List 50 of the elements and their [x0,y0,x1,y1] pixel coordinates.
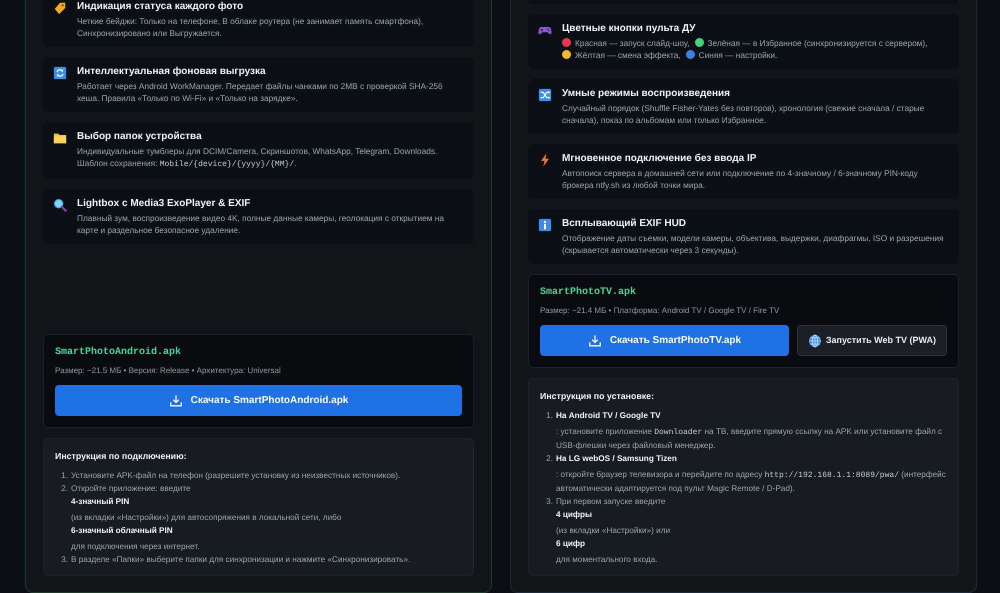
instructions-title: Инструкция по установке: [540,390,655,403]
file-name: SmartPhotoTV.apk [540,286,638,300]
instruction-step: Откройте приложение: введите 4-значный PIN (из вкладки «Настройки») для автосопряжения в локальной сети, либо 6-значный облачный PIN для подключения через интернет. [71,482,462,554]
step-number: 3. [60,554,68,566]
feature-description: Случайный порядок (Shuffle Fisher-Yates без повторов), хронология (свежие сначала / старые сначала), показ по альбомам или только Избранное. [562,102,926,126]
file-meta: Размер: ~21.5 МБ • Версия: Release • Архитектура: Universal [55,365,282,377]
feature-description: Индивидуальные тумблеры для DCIM/Camera, Скриншотов, WhatsApp, Telegram, Downloads. Шаблон сохранения: Mobile/{device}/{yyyy}/{MM}/. [77,145,438,171]
shuffle-icon [538,88,552,102]
feature-title: Индикация статуса каждого фото [77,0,244,13]
legend-text: Жёлтая — смена эффекта, [575,50,681,60]
step-number: 3. [545,496,553,508]
feature-description: Работает через Android WorkManager. Передает файлы чанками по 2MB с проверкой SHA-256 хеша. Правила «Только по Wi-Fi» и «Только на зарядке». [77,80,444,104]
instruction-step: На Android TV / Google TV : установите приложение Downloader на ТВ, введите прямую ссылку на APK или установите файл с USB-флешки через файловый менеджер. [556,409,947,452]
feature-description: Автопоиск сервера в домашней сети или подключение по 4-значному / 6-значному PIN-коду брокера ntfy.sh из любой точки мира. [562,167,919,191]
step-number: 2. [545,453,553,466]
legend-text: Красная — запуск слайд-шоу, [575,38,690,48]
feature-title: Интеллектуальная фоновая выгрузка [77,65,267,78]
launch-button[interactable]: Запустить Web TV (PWA) [796,325,947,356]
file-meta: Размер: ~21.4 МБ • Платформа: Android TV / Google TV / Fire TV [540,305,780,317]
instruction-step: На LG webOS / Samsung Tizen : откройте браузер телевизора и перейдите по адресу http://192.168.1.1:8089/pwa/ (интерфейс автоматически адаптируется под пульт Magic Remote / D-Pad). [556,452,947,496]
refresh-icon [53,66,67,80]
feature-title: Всплывающий EXIF HUD [562,217,688,230]
file-name: SmartPhotoAndroid.apk [55,346,182,360]
download-button[interactable]: Скачать SmartPhotoAndroid.apk [55,385,462,416]
feature-title: Мгновенное подключение без ввода IP [562,152,758,165]
feature-description: Четкие бейджи: Только на телефоне, В облаке роутера (не занимает память смартфона), Синхронизировано или Выгружается. [77,15,424,39]
magnifier-icon [53,198,67,212]
feature-title: Выбор папок устройства [77,130,203,143]
download-icon [168,394,183,408]
instruction-step: При первом запуске введите 4 цифры (из вкладки «Настройки») или 6 цифр для моментального входа. [556,495,947,566]
legend-text: Зелёная — в Избранное (синхронизируется с сервером), [708,38,928,48]
feature-title: Цветные кнопки пульта ДУ [562,22,696,35]
feature-title: Умные режимы воспроизведения [562,87,731,100]
step-number: 1. [60,470,68,482]
folder-icon [53,131,67,145]
instruction-step: Установите APK-файл на телефон (разрешите установку из неизвестных источников). [71,469,462,482]
legend-text: Синяя — настройки. [698,50,778,60]
instructions-title: Инструкция по подключению: [55,450,188,463]
tag-icon [53,1,67,15]
globe-icon [808,334,822,348]
info-icon [538,218,552,232]
step-number: 1. [545,410,553,422]
instruction-step: В разделе «Папки» выберите папки для синхронизации и нажмите «Синхронизировать». [71,553,462,566]
download-icon [588,334,602,348]
lightning-icon [538,153,552,167]
feature-title: Lightbox с Media3 ExoPlayer & EXIF [77,197,252,210]
feature-description: Отображение даты съемки, модели камеры, объектива, выдержки, диафрагмы, ISO и разрешения (скрывается автоматически через 3 секунды). [562,232,945,256]
step-number: 2. [60,483,68,496]
download-button[interactable]: Скачать SmartPhotoTV.apk [540,325,789,356]
feature-description: Плавный зум, воспроизведение видео 4K, полные данные камеры, геолокация с открытием на карте и раздельное безопасное удаление. [77,212,446,236]
